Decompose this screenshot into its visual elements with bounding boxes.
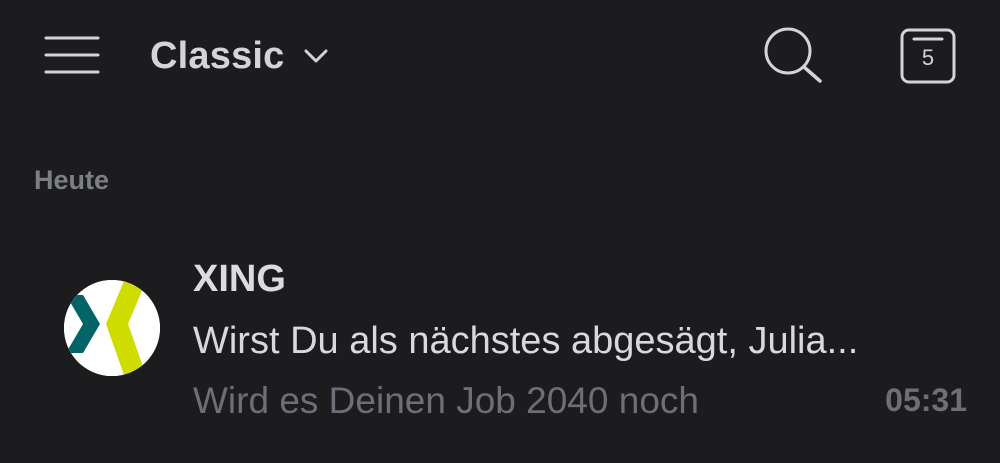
view-switcher-dropdown[interactable]: Classic xyxy=(150,30,329,82)
view-label: Classic xyxy=(150,34,285,77)
mail-list-item[interactable]: XING Wirst Du als nächstes abgesägt, Jul… xyxy=(0,240,1000,440)
mail-sender: XING xyxy=(193,258,286,300)
mail-subject: Wirst Du als nächstes abgesägt, Julia... xyxy=(193,320,859,362)
top-toolbar: Classic 5 xyxy=(0,0,1000,110)
mail-preview: Wird es Deinen Job 2040 noch xyxy=(193,380,699,421)
section-header-today: Heute xyxy=(34,165,110,195)
calendar-day-number: 5 xyxy=(921,45,935,70)
xing-logo-avatar xyxy=(64,280,160,376)
hamburger-menu-icon[interactable] xyxy=(40,30,104,80)
chevron-down-icon xyxy=(303,48,329,64)
search-icon[interactable] xyxy=(760,24,826,86)
calendar-icon[interactable]: 5 xyxy=(900,28,956,84)
mail-time: 05:31 xyxy=(885,382,967,418)
